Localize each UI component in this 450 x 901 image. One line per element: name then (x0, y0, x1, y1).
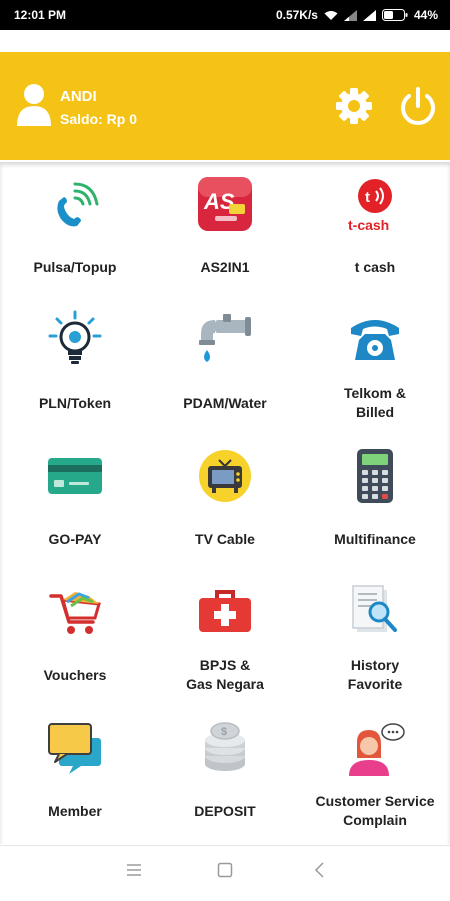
menu-multifinance[interactable]: Multifinance (300, 434, 450, 570)
menu-gopay[interactable]: GO-PAY (0, 434, 150, 570)
app-header (0, 52, 450, 160)
menu-customer-service[interactable]: Customer Service Complain (300, 706, 450, 842)
menu-label: TV Cable (195, 531, 255, 547)
svg-text:t: t (365, 189, 370, 206)
battery-icon (381, 9, 408, 21)
signal-icon (362, 9, 376, 21)
back-arrow-icon[interactable] (312, 862, 328, 878)
status-time: 12:01 PM (14, 8, 67, 22)
as2in1-logo-icon: AS (198, 177, 252, 231)
menu-label-line2: Gas Negara (186, 676, 264, 692)
menu-label: Pulsa/Topup (33, 259, 117, 275)
menu-label-line2: Complain (343, 812, 407, 828)
menu-pln-token[interactable]: PLN/Token (0, 298, 150, 434)
credit-card-icon (48, 458, 102, 494)
customer-service-icon (349, 723, 405, 776)
menu-label-line2: Billed (355, 404, 395, 420)
tcash-logo-icon: t t-cash (348, 179, 392, 233)
menu-bpjs-gas[interactable]: BPJS & Gas Negara (150, 570, 300, 706)
user-avatar-icon (17, 84, 51, 126)
user-name: ANDI (60, 88, 97, 105)
status-indicators: 0.57K/s 44% (276, 8, 438, 22)
menu-member[interactable]: Member (0, 706, 150, 842)
menu-tcash[interactable]: t t-cash t cash (300, 162, 450, 298)
menu-label: DEPOSIT (194, 803, 256, 819)
menu-label: Vouchers (43, 667, 107, 683)
menu-label: GO-PAY (48, 531, 102, 547)
phone-wireless-icon (57, 182, 99, 227)
chat-bubbles-icon (48, 723, 101, 774)
menu-label: BPJS & (199, 657, 251, 673)
status-bar: 12:01 PM 0.57K/s 44% (0, 0, 450, 30)
signal-icon (343, 9, 357, 21)
coins-icon: $ (205, 722, 245, 771)
menu-label: Multifinance (334, 531, 416, 547)
menu-label: t cash (354, 259, 396, 275)
menu-history-favorite[interactable]: History Favorite (300, 570, 450, 706)
network-speed: 0.57K/s (275, 8, 318, 22)
menu-pulsa-topup[interactable]: Pulsa/Topup (0, 162, 150, 298)
balance-text: Saldo: Rp 0 (60, 111, 138, 127)
wifi-icon (324, 10, 338, 20)
system-navigation-bar (0, 845, 450, 901)
battery-level: 44% (413, 8, 438, 22)
menu-label: AS2IN1 (200, 259, 250, 275)
menu-label: PLN/Token (38, 395, 112, 411)
menu-label: History (350, 657, 400, 673)
menu-as2in1[interactable]: AS AS2IN1 (150, 162, 300, 298)
home-square-icon[interactable] (217, 862, 233, 878)
menu-pdam-water[interactable]: PDAM/Water (150, 298, 300, 434)
menu-vouchers[interactable]: Vouchers (0, 570, 150, 706)
menu-lines-icon[interactable] (126, 862, 142, 878)
menu-label-line2: Favorite (347, 676, 403, 692)
menu-label: Telkom & (344, 385, 406, 401)
menu-label: Customer Service (315, 793, 435, 809)
service-menu-grid: Pulsa/Topup AS AS2IN1 t t-cash t cash PL… (0, 162, 450, 844)
tv-icon (199, 450, 251, 502)
menu-label: Member (48, 803, 102, 819)
menu-deposit[interactable]: $ DEPOSIT (150, 706, 300, 842)
menu-tv-cable[interactable]: TV Cable (150, 434, 300, 570)
first-aid-kit-icon (199, 590, 251, 632)
calculator-icon (357, 449, 393, 503)
power-logout-icon[interactable] (398, 85, 438, 127)
telephone-icon (351, 320, 399, 360)
svg-text:t-cash: t-cash (348, 217, 389, 233)
water-tap-icon (199, 314, 251, 362)
document-search-icon (352, 585, 397, 632)
menu-telkom-billed[interactable]: Telkom & Billed (300, 298, 450, 434)
settings-gear-icon[interactable] (334, 86, 374, 126)
menu-label: PDAM/Water (183, 395, 267, 411)
shopping-cart-icon (49, 592, 101, 634)
lightbulb-icon (48, 310, 102, 364)
svg-text:$: $ (221, 726, 227, 738)
